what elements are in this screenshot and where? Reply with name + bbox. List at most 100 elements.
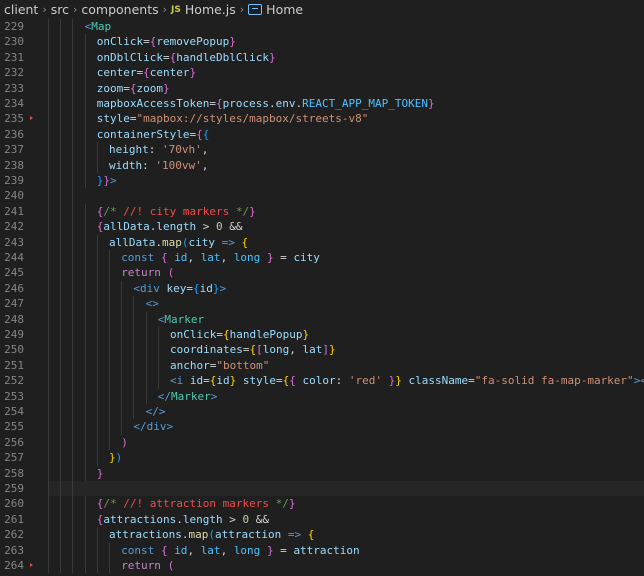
line-number: 235 [4,112,24,126]
code-line[interactable]: 236 containerStyle={{ [0,126,644,143]
code-editor[interactable]: 228229<Map230onClick={removePopup}231onD… [0,9,644,576]
code-line[interactable]: 255 </div> [0,419,644,435]
code-line[interactable]: 249 onClick={handlePopup} [0,327,644,343]
breadcrumb-item-symbol[interactable]: Home [266,2,303,17]
code-token: . [155,235,162,249]
breadcrumb-item-src[interactable]: src [51,2,69,17]
code-token: Map [91,20,112,33]
indent-guide [109,280,110,297]
code-token: } [302,328,310,341]
code-line[interactable]: 250 coordinates={[long, lat]} [0,342,644,358]
code-token: } [163,81,170,95]
folding-marker-icon[interactable] [30,563,33,567]
indent-guide [60,280,62,297]
code-token: '100vw' [155,158,202,172]
code-token: <> [145,297,159,311]
code-line[interactable]: 258} [0,465,644,481]
indent-guide [60,111,62,127]
code-token: } [266,543,274,557]
code-line[interactable]: 241 {/* //! city markers */} [0,203,644,220]
code-line[interactable]: 264 return ( [0,558,644,574]
code-token: = [273,251,294,264]
code-token: = [203,374,210,388]
breadcrumb-item-components[interactable]: components [81,2,158,17]
code-line[interactable]: 229 <Map [0,19,644,35]
code-line[interactable]: 246 <div key={id}> [0,280,644,297]
code-line[interactable]: 254 </> [0,404,644,420]
code-line[interactable]: 233 zoom={zoom} [0,80,644,96]
indent-guide [60,357,62,374]
code-line[interactable]: 256) [0,434,644,451]
code-line[interactable]: 257}) [0,450,644,466]
indent-guide [121,373,123,389]
code-line[interactable]: 247 <> [0,296,644,312]
indent-guide [48,49,49,66]
code-token: "bottom" [216,358,270,372]
indent-guide [84,527,86,543]
indent-guide [48,434,49,451]
code-line[interactable]: 248 <Marker [0,311,644,327]
code-token: } [109,451,116,465]
code-line[interactable]: 263 const { id, lat, long } = attraction [0,542,644,558]
code-line[interactable]: 243 allData.map(city => { [0,234,644,250]
line-number: 240 [4,189,24,203]
indent-guide [84,342,86,358]
code-token: style [96,112,130,126]
code-line[interactable]: 259 [0,481,644,497]
code-token: attraction [214,528,282,542]
code-text: onClick={removePopup} [97,34,236,49]
indent-guide [72,419,74,435]
code-line[interactable]: 231 onDblClick={handleDblClick} [0,49,644,66]
code-line[interactable]: 244 const { id, lat, long } = city [0,250,644,266]
code-line[interactable]: 251 anchor="bottom" [0,357,644,374]
code-line[interactable]: 260 {/* //! attraction markers */} [0,496,644,512]
code-token: . [176,512,183,526]
indent-guide [133,357,135,374]
code-text: containerStyle={{ [97,127,210,142]
code-line[interactable]: 237 height: '70vh', [0,142,644,158]
breadcrumb-item-client[interactable]: client [4,2,38,17]
code-line[interactable]: 235 style="mapbox://styles/mapbox/streets… [0,111,644,127]
line-number: 260 [4,497,24,511]
code-line[interactable]: 230 onClick={removePopup} [0,34,644,50]
line-number: 263 [4,543,24,557]
indent-guide [60,342,62,358]
code-token: ( [167,559,175,572]
line-number: 245 [4,266,24,280]
code-text: }}> [97,173,117,188]
code-text: </div> [133,419,173,434]
folding-marker-icon[interactable] [30,116,33,121]
code-line[interactable]: 245 return ( [0,265,644,281]
breadcrumb-item-file[interactable]: Home.js [185,2,236,17]
indent-guide [84,142,86,158]
indent-guide [48,388,49,404]
code-text: return ( [121,558,174,573]
code-token: lat [200,543,221,557]
code-line[interactable]: 240 [0,188,644,204]
code-line[interactable]: 252 <i id={id} style={{ color: 'red' }} c… [0,373,644,389]
line-number: 239 [4,174,24,187]
indent-guide [84,311,86,327]
code-token: , [201,143,209,157]
code-line[interactable]: 234 mapboxAccessToken={process.env.REACT_… [0,96,644,112]
code-line[interactable]: 232 center={center} [0,65,644,81]
code-token: } [328,343,336,357]
code-line[interactable]: 239 }}> [0,173,644,189]
code-line[interactable]: 262 attractions.map(attraction => { [0,527,644,543]
code-token: > [210,389,218,403]
code-line[interactable]: 261 {attractions.length > 0 && [0,511,644,528]
code-line[interactable]: 253 </Marker> [0,388,644,404]
indent-guide [72,280,74,297]
indent-guide [109,388,110,404]
code-line[interactable]: 238 width: '100vw', [0,157,644,173]
code-token: { [202,127,210,141]
code-token: { [160,251,168,264]
indent-guide [133,373,135,389]
indent-guide [48,481,49,497]
indent-guide [48,373,49,389]
indent-guide [109,404,110,420]
code-line[interactable]: 242 {allData.length > 0 && [0,219,644,235]
